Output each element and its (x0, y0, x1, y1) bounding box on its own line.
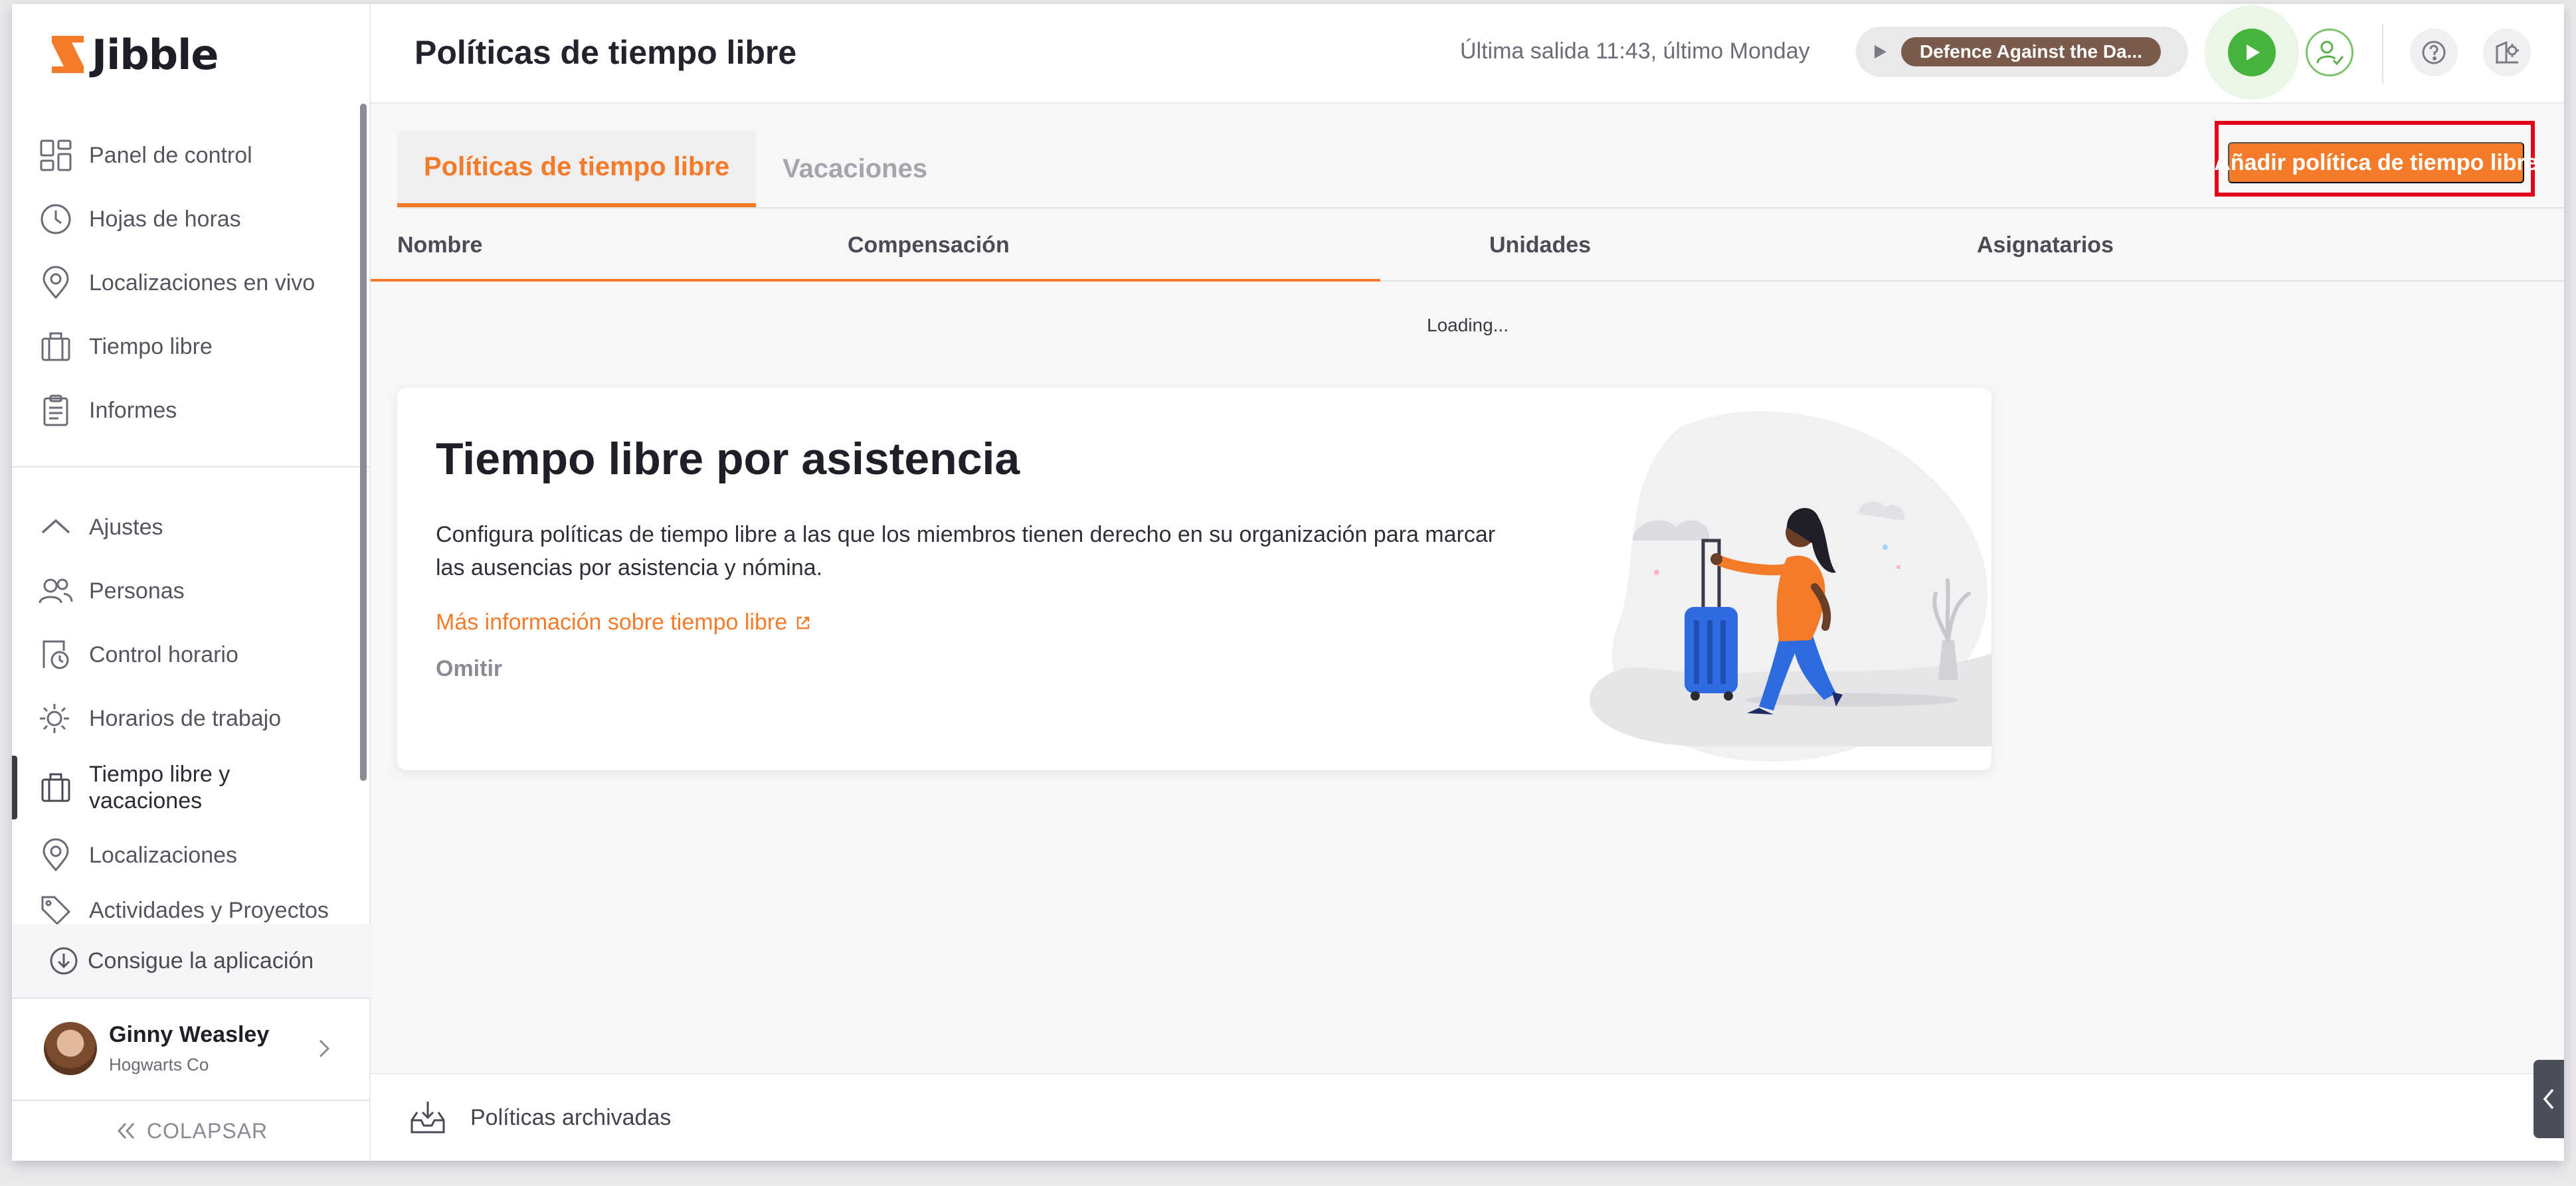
sidebar-item-label: Localizaciones (89, 843, 238, 868)
tag-icon (41, 896, 71, 926)
app-window: Jibble Panel de control Hojas de horas L… (12, 4, 2564, 1161)
table-header: Nombre Compensación Unidades Asignatario… (371, 209, 2564, 282)
help-button[interactable] (2410, 29, 2458, 76)
sidebar-item-label: Tiempo libre (89, 334, 213, 359)
page-title: Políticas de tiempo libre (414, 34, 797, 71)
user-check-icon (2316, 41, 2344, 66)
main-content: Políticas de tiempo libre Vacaciones Aña… (371, 104, 2564, 1161)
suitcase-icon (41, 332, 70, 361)
sidebar-item-label: Hojas de horas (89, 207, 241, 232)
play-icon (2247, 44, 2260, 60)
column-header-units[interactable]: Unidades (1489, 232, 1591, 258)
column-header-name[interactable]: Nombre (397, 232, 482, 258)
get-app-button[interactable]: Consigue la aplicación (12, 924, 371, 997)
sidebar-item-label: Ajustes (89, 515, 163, 540)
chevron-left-icon (2543, 1088, 2554, 1110)
last-clock-out: Última salida 11:43, último Monday (1460, 39, 1810, 64)
archived-policies-label: Políticas archivadas (470, 1104, 672, 1130)
get-app-label: Consigue la aplicación (88, 948, 314, 974)
top-header: Políticas de tiempo libre Última salida … (371, 4, 2564, 104)
sidebar-item-label: Control horario (89, 642, 238, 667)
external-link-icon (796, 616, 810, 629)
tab-time-off-policies[interactable]: Políticas de tiempo libre (397, 130, 757, 207)
double-chevron-left-icon (117, 1122, 134, 1140)
sidebar-item-label: Tiempo libre y vacaciones (89, 762, 230, 813)
column-header-compensation[interactable]: Compensación (848, 232, 1010, 258)
sidebar-item-locations[interactable]: Localizaciones (39, 823, 237, 887)
sidebar-item-time-off-holidays[interactable]: Tiempo libre y vacaciones (39, 756, 262, 819)
user-org: Hogwarts Co (109, 1055, 209, 1074)
play-icon (1875, 45, 1886, 58)
location-pin-icon (43, 838, 69, 872)
sidebar-item-label: Actividades y Proyectos (89, 898, 329, 923)
people-icon (39, 578, 73, 604)
start-timer-button[interactable] (2228, 29, 2276, 76)
suitcase-icon (41, 773, 70, 802)
side-panel-toggle[interactable] (2533, 1060, 2564, 1138)
building-gear-icon (2496, 41, 2519, 64)
column-header-assignees[interactable]: Asignatarios (1977, 232, 2114, 258)
activity-chip[interactable]: Defence Against the Da... (1901, 37, 2162, 66)
tab-holidays[interactable]: Vacaciones (756, 130, 954, 207)
learn-more-link[interactable]: Más información sobre tiempo libre (436, 610, 812, 635)
user-name: Ginny Weasley (109, 1022, 270, 1047)
sidebar-item-timesheets[interactable]: Hojas de horas (39, 187, 241, 251)
sidebar-item-reports[interactable]: Informes (39, 379, 177, 442)
sidebar-item-label: Localizaciones en vivo (89, 270, 316, 296)
clipboard-icon (43, 394, 68, 426)
chevron-right-icon (319, 1039, 330, 1058)
sun-schedule-icon (40, 704, 69, 733)
card-description: Configura políticas de tiempo libre a la… (436, 522, 1496, 580)
onboarding-card: Tiempo libre por asistencia Configura po… (397, 388, 1991, 770)
sidebar-item-people[interactable]: Personas (39, 559, 185, 623)
time-tracking-icon (43, 640, 69, 669)
sidebar: Jibble Panel de control Hojas de horas L… (12, 4, 371, 1161)
archived-policies-bar[interactable]: Políticas archivadas (371, 1073, 2564, 1161)
collapse-sidebar-button[interactable]: COLAPSAR (12, 1100, 371, 1161)
card-title: Tiempo libre por asistencia (436, 434, 1020, 484)
traveler-illustration (1589, 411, 1991, 762)
active-indicator (12, 756, 17, 819)
location-pin-icon (43, 266, 69, 299)
sidebar-item-label: Informes (89, 398, 177, 423)
sidebar-item-settings[interactable]: Ajustes (39, 495, 163, 559)
jibble-logo-icon (52, 36, 84, 73)
logo-text: Jibble (92, 30, 219, 79)
activity-tracker[interactable]: Defence Against the Da... (1856, 27, 2188, 77)
sidebar-divider (12, 466, 371, 467)
add-time-off-policy-button[interactable]: Añadir política de tiempo libre (2214, 142, 2538, 183)
sidebar-item-label: Horarios de trabajo (89, 706, 282, 731)
loading-progress-bar (371, 279, 1380, 282)
clock-icon (41, 204, 71, 234)
skip-button[interactable]: Omitir (436, 656, 502, 682)
sidebar-item-label: Panel de control (89, 143, 252, 168)
chevron-up-icon (41, 519, 70, 534)
tab-bar: Políticas de tiempo libre Vacaciones (397, 130, 954, 207)
avatar (44, 1022, 97, 1075)
download-icon (50, 947, 78, 975)
whos-in-button[interactable] (2306, 29, 2353, 76)
archive-tray-icon (411, 1102, 445, 1134)
sidebar-scrollbar[interactable] (360, 104, 367, 781)
header-divider (2382, 24, 2383, 84)
sidebar-item-time-tracking[interactable]: Control horario (39, 623, 238, 687)
loading-status: Loading... (1427, 315, 1509, 335)
dashboard-icon (40, 139, 72, 171)
learn-more-label: Más información sobre tiempo libre (436, 610, 788, 635)
jibble-logo[interactable]: Jibble (49, 28, 219, 81)
collapse-label: COLAPSAR (146, 1118, 268, 1143)
sidebar-item-dashboard[interactable]: Panel de control (39, 124, 252, 187)
sidebar-item-label: Personas (89, 578, 185, 604)
sidebar-item-live-locations[interactable]: Localizaciones en vivo (39, 251, 315, 315)
help-icon (2422, 41, 2446, 64)
organization-settings-button[interactable] (2483, 29, 2531, 76)
user-profile[interactable]: Ginny Weasley Hogwarts Co (12, 999, 371, 1098)
sidebar-item-work-schedules[interactable]: Horarios de trabajo (39, 687, 281, 750)
sidebar-item-time-off[interactable]: Tiempo libre (39, 315, 213, 379)
